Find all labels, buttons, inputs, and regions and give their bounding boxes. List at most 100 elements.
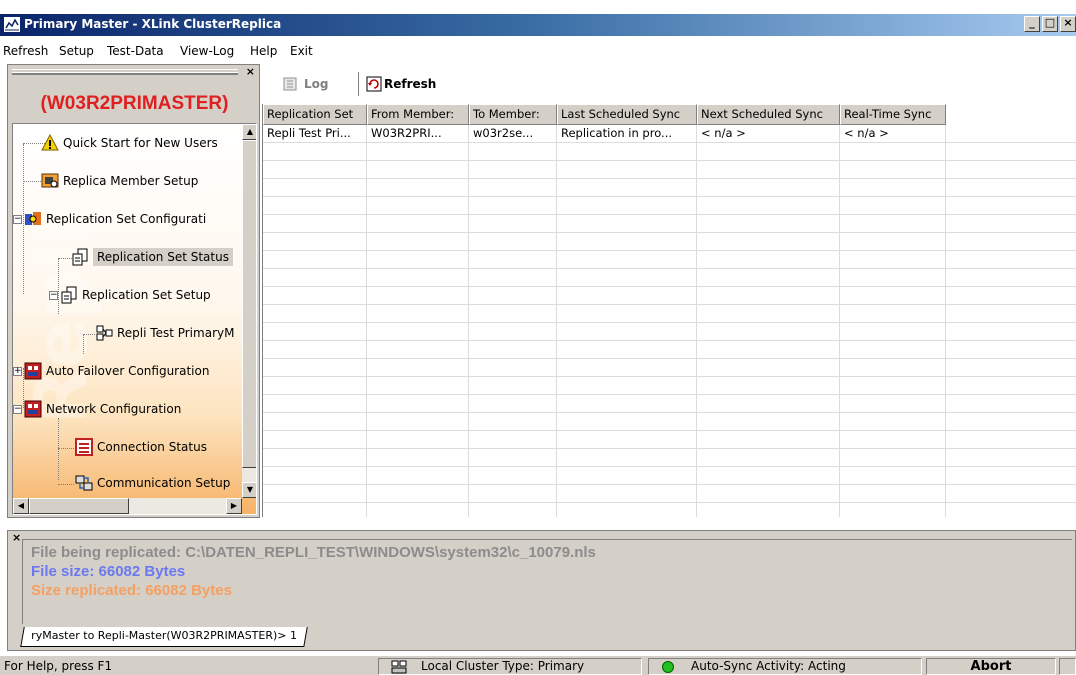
empty-cell <box>557 323 697 341</box>
empty-row <box>263 467 1076 485</box>
empty-cell <box>367 377 469 395</box>
table-cell: < n/a > <box>840 125 946 143</box>
log-button[interactable]: Log <box>282 74 328 94</box>
menu-view-log[interactable]: View-Log <box>180 44 234 58</box>
connection-status-icon <box>75 438 93 456</box>
menu-test-data[interactable]: Test-Data <box>107 44 164 58</box>
tree-vertical-scrollbar[interactable]: ▲ ▼ <box>242 124 256 498</box>
scroll-right-icon[interactable]: ▶ <box>226 498 242 514</box>
empty-cell <box>840 323 946 341</box>
column-header[interactable]: Replication Set <box>263 104 367 125</box>
scroll-left-icon[interactable]: ◀ <box>13 498 29 514</box>
log-label: Log <box>304 77 329 91</box>
minimize-button[interactable]: _ <box>1024 16 1040 32</box>
empty-cell <box>557 215 697 233</box>
empty-cell <box>263 395 367 413</box>
column-header[interactable]: Real-Time Sync <box>840 104 946 125</box>
empty-cell <box>263 251 367 269</box>
file-being-replicated: File being replicated: C:\DATEN_REPLI_TE… <box>31 544 596 561</box>
log-tab[interactable]: ryMaster to Repli-Master(W03R2PRIMASTER)… <box>20 627 308 647</box>
collapse-icon[interactable]: − <box>13 404 22 414</box>
empty-cell <box>469 485 557 503</box>
menu-setup[interactable]: Setup <box>59 44 94 58</box>
empty-row <box>263 215 1076 233</box>
close-button[interactable]: × <box>1060 16 1076 32</box>
empty-cell <box>697 161 840 179</box>
scroll-thumb[interactable] <box>29 498 129 514</box>
tree-label: Replication Set Status <box>93 248 233 266</box>
tree-item-replication-set-setup[interactable]: − Replication Set Setup <box>49 284 211 306</box>
size-grip[interactable] <box>1059 658 1076 675</box>
empty-cell <box>557 377 697 395</box>
empty-row <box>263 143 1076 161</box>
empty-row <box>263 359 1076 377</box>
tree-item-auto-failover[interactable]: + Auto Failover Configuration <box>13 360 209 382</box>
cluster-icon <box>391 660 407 673</box>
menu-help[interactable]: Help <box>250 44 277 58</box>
scroll-up-icon[interactable]: ▲ <box>242 124 256 140</box>
tree-item-network-configuration[interactable]: − Network Configuration <box>13 398 181 420</box>
collapse-icon[interactable]: − <box>49 290 58 300</box>
column-header[interactable]: From Member: <box>367 104 469 125</box>
empty-cell <box>840 341 946 359</box>
empty-cell <box>840 485 946 503</box>
table-row[interactable]: Repli Test Pri... W03R2PRI... w03r2se...… <box>263 125 1076 143</box>
empty-cell <box>367 215 469 233</box>
tree-item-replication-set-status[interactable]: Replication Set Status <box>71 246 233 268</box>
menu-exit[interactable]: Exit <box>290 44 313 58</box>
empty-cell <box>840 449 946 467</box>
tree-label: Network Configuration <box>46 402 182 416</box>
empty-cell <box>697 449 840 467</box>
empty-cell <box>367 323 469 341</box>
empty-cell <box>697 431 840 449</box>
empty-cell <box>367 485 469 503</box>
empty-cell <box>263 341 367 359</box>
empty-cell <box>697 467 840 485</box>
empty-row <box>263 305 1076 323</box>
empty-cell <box>263 161 367 179</box>
empty-cell <box>697 215 840 233</box>
column-header[interactable]: Last Scheduled Sync <box>557 104 697 125</box>
tree-item-communication-setup[interactable]: Communication Setup <box>75 472 230 494</box>
tree-item-quick-start[interactable]: Quick Start for New Users <box>41 132 218 154</box>
table-cell: w03r2se... <box>469 125 557 143</box>
status-cluster-type: Local Cluster Type: Primary <box>378 658 642 675</box>
menu-refresh[interactable]: Refresh <box>3 44 48 58</box>
empty-cell <box>469 287 557 305</box>
scroll-down-icon[interactable]: ▼ <box>242 482 256 498</box>
empty-row <box>263 233 1076 251</box>
tree-horizontal-scrollbar[interactable]: ◀ ▶ <box>13 498 242 514</box>
maximize-button[interactable]: □ <box>1042 16 1058 32</box>
window-title: Primary Master - XLink ClusterReplica <box>24 17 282 31</box>
empty-row <box>263 269 1076 287</box>
empty-cell <box>840 269 946 287</box>
empty-cell <box>469 269 557 287</box>
empty-cell <box>697 269 840 287</box>
empty-cell <box>469 395 557 413</box>
empty-row <box>263 395 1076 413</box>
collapse-icon[interactable]: − <box>13 214 22 224</box>
column-header[interactable]: Next Scheduled Sync <box>697 104 840 125</box>
expand-icon[interactable]: + <box>13 366 22 376</box>
empty-cell <box>263 449 367 467</box>
empty-cell <box>469 143 557 161</box>
tree-label: Communication Setup <box>97 476 231 490</box>
column-header[interactable]: To Member: <box>469 104 557 125</box>
abort-button[interactable]: Abort <box>926 658 1056 675</box>
empty-cell <box>557 341 697 359</box>
tree-item-connection-status[interactable]: Connection Status <box>75 436 207 458</box>
log-close-button[interactable]: × <box>12 531 21 544</box>
empty-cell <box>697 179 840 197</box>
pane-close-button[interactable]: × <box>246 65 255 78</box>
pane-grip[interactable] <box>12 69 238 75</box>
tree-item-repli-test-primary[interactable]: Repli Test PrimaryM <box>95 322 234 344</box>
replication-setup-icon <box>60 286 78 304</box>
network-icon <box>24 400 42 418</box>
tree-item-replica-member-setup[interactable]: Replica Member Setup <box>41 170 198 192</box>
empty-cell <box>263 287 367 305</box>
empty-cell <box>697 359 840 377</box>
log-icon <box>283 77 297 91</box>
refresh-button[interactable]: Refresh <box>366 74 436 94</box>
scroll-thumb[interactable] <box>242 140 256 468</box>
tree-item-replication-set-configuration[interactable]: − Replication Set Configurati <box>13 208 206 230</box>
